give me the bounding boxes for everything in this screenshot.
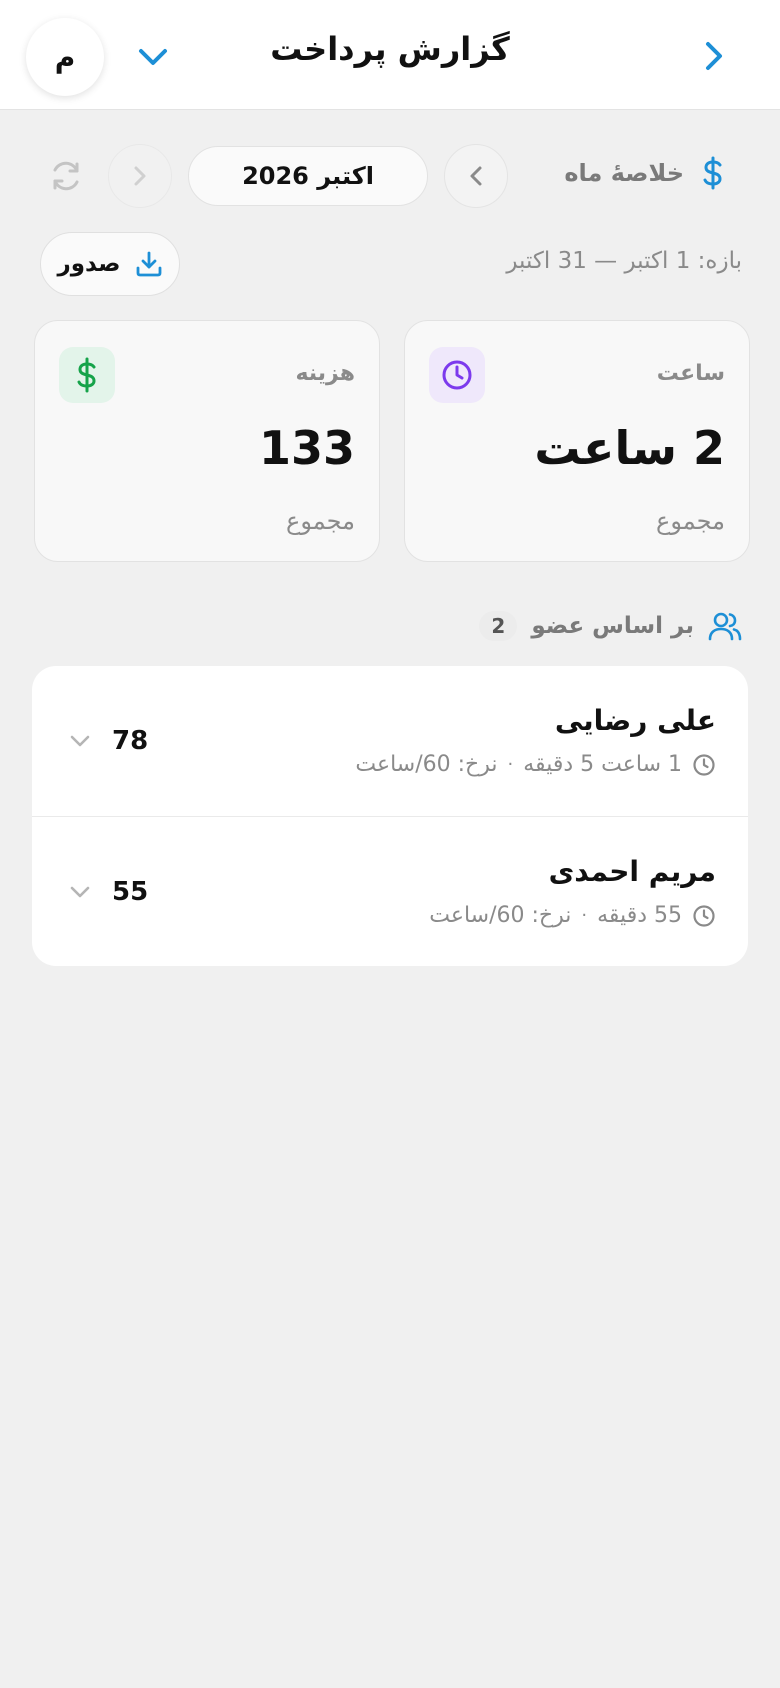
- previous-month-button[interactable]: [444, 144, 508, 208]
- app-header: گزارش پرداخت م: [0, 0, 780, 110]
- members-title: بر اساس عضو: [531, 613, 694, 639]
- cost-value: 133: [258, 421, 355, 475]
- users-icon: [708, 612, 742, 641]
- current-month-pill[interactable]: اکتبر 2026: [188, 146, 428, 206]
- chevron-down-icon[interactable]: [136, 44, 170, 70]
- member-name: علی رضایی: [554, 704, 716, 737]
- hours-label: ساعت: [656, 361, 725, 386]
- clock-icon: [693, 753, 715, 776]
- list-item[interactable]: مریم احمدی 55 دقیقه · نرخ: 60/ساعت 55: [32, 816, 748, 966]
- separator-dot-icon: ·: [581, 905, 588, 926]
- member-duration: 55 دقیقه: [597, 903, 682, 928]
- month-summary-text: خلاصهٔ ماه: [564, 159, 684, 187]
- cost-sub: مجموع: [286, 507, 355, 535]
- member-meta: 1 ساعت 5 دقیقه · نرخ: 60/ساعت: [355, 752, 716, 777]
- separator-dot-icon: ·: [507, 754, 514, 775]
- export-label: صدور: [57, 251, 121, 277]
- hours-value: 2 ساعت: [534, 421, 725, 475]
- members-list: علی رضایی 1 ساعت 5 دقیقه · نرخ: 60/ساعت …: [32, 666, 748, 966]
- list-item[interactable]: علی رضایی 1 ساعت 5 دقیقه · نرخ: 60/ساعت …: [32, 666, 748, 816]
- chevron-right-icon: [134, 166, 146, 186]
- chevron-left-icon: [470, 166, 482, 186]
- next-month-button[interactable]: [108, 144, 172, 208]
- page-title: گزارش پرداخت: [270, 30, 510, 68]
- members-count-badge: 2: [479, 611, 518, 641]
- clock-icon: [693, 904, 715, 927]
- members-section-header: بر اساس عضو 2: [479, 610, 742, 642]
- cost-label: هزینه: [295, 361, 355, 386]
- clock-icon: [429, 347, 485, 403]
- chevron-down-icon[interactable]: [68, 732, 92, 750]
- refresh-icon[interactable]: [46, 156, 86, 196]
- date-range: بازه: 1 اکتبر — 31 اکتبر: [506, 248, 742, 274]
- member-duration: 1 ساعت 5 دقیقه: [523, 752, 682, 777]
- hours-stat-card: ساعت 2 ساعت مجموع: [404, 320, 750, 562]
- avatar[interactable]: م: [26, 18, 104, 96]
- member-amount: 78: [112, 726, 149, 756]
- cost-stat-card: هزینه 133 مجموع: [34, 320, 380, 562]
- month-summary-label: خلاصهٔ ماه: [564, 156, 728, 190]
- member-name: مریم احمدی: [548, 855, 716, 888]
- member-rate: نرخ: 60/ساعت: [355, 752, 498, 777]
- dollar-icon: [703, 156, 722, 190]
- member-amount: 55: [112, 877, 149, 907]
- member-rate: نرخ: 60/ساعت: [429, 903, 572, 928]
- dollar-icon: [59, 347, 115, 403]
- chevron-down-icon[interactable]: [68, 883, 92, 901]
- member-meta: 55 دقیقه · نرخ: 60/ساعت: [429, 903, 716, 928]
- hours-sub: مجموع: [656, 507, 725, 535]
- download-icon: [136, 251, 161, 277]
- export-button[interactable]: صدور: [40, 232, 180, 296]
